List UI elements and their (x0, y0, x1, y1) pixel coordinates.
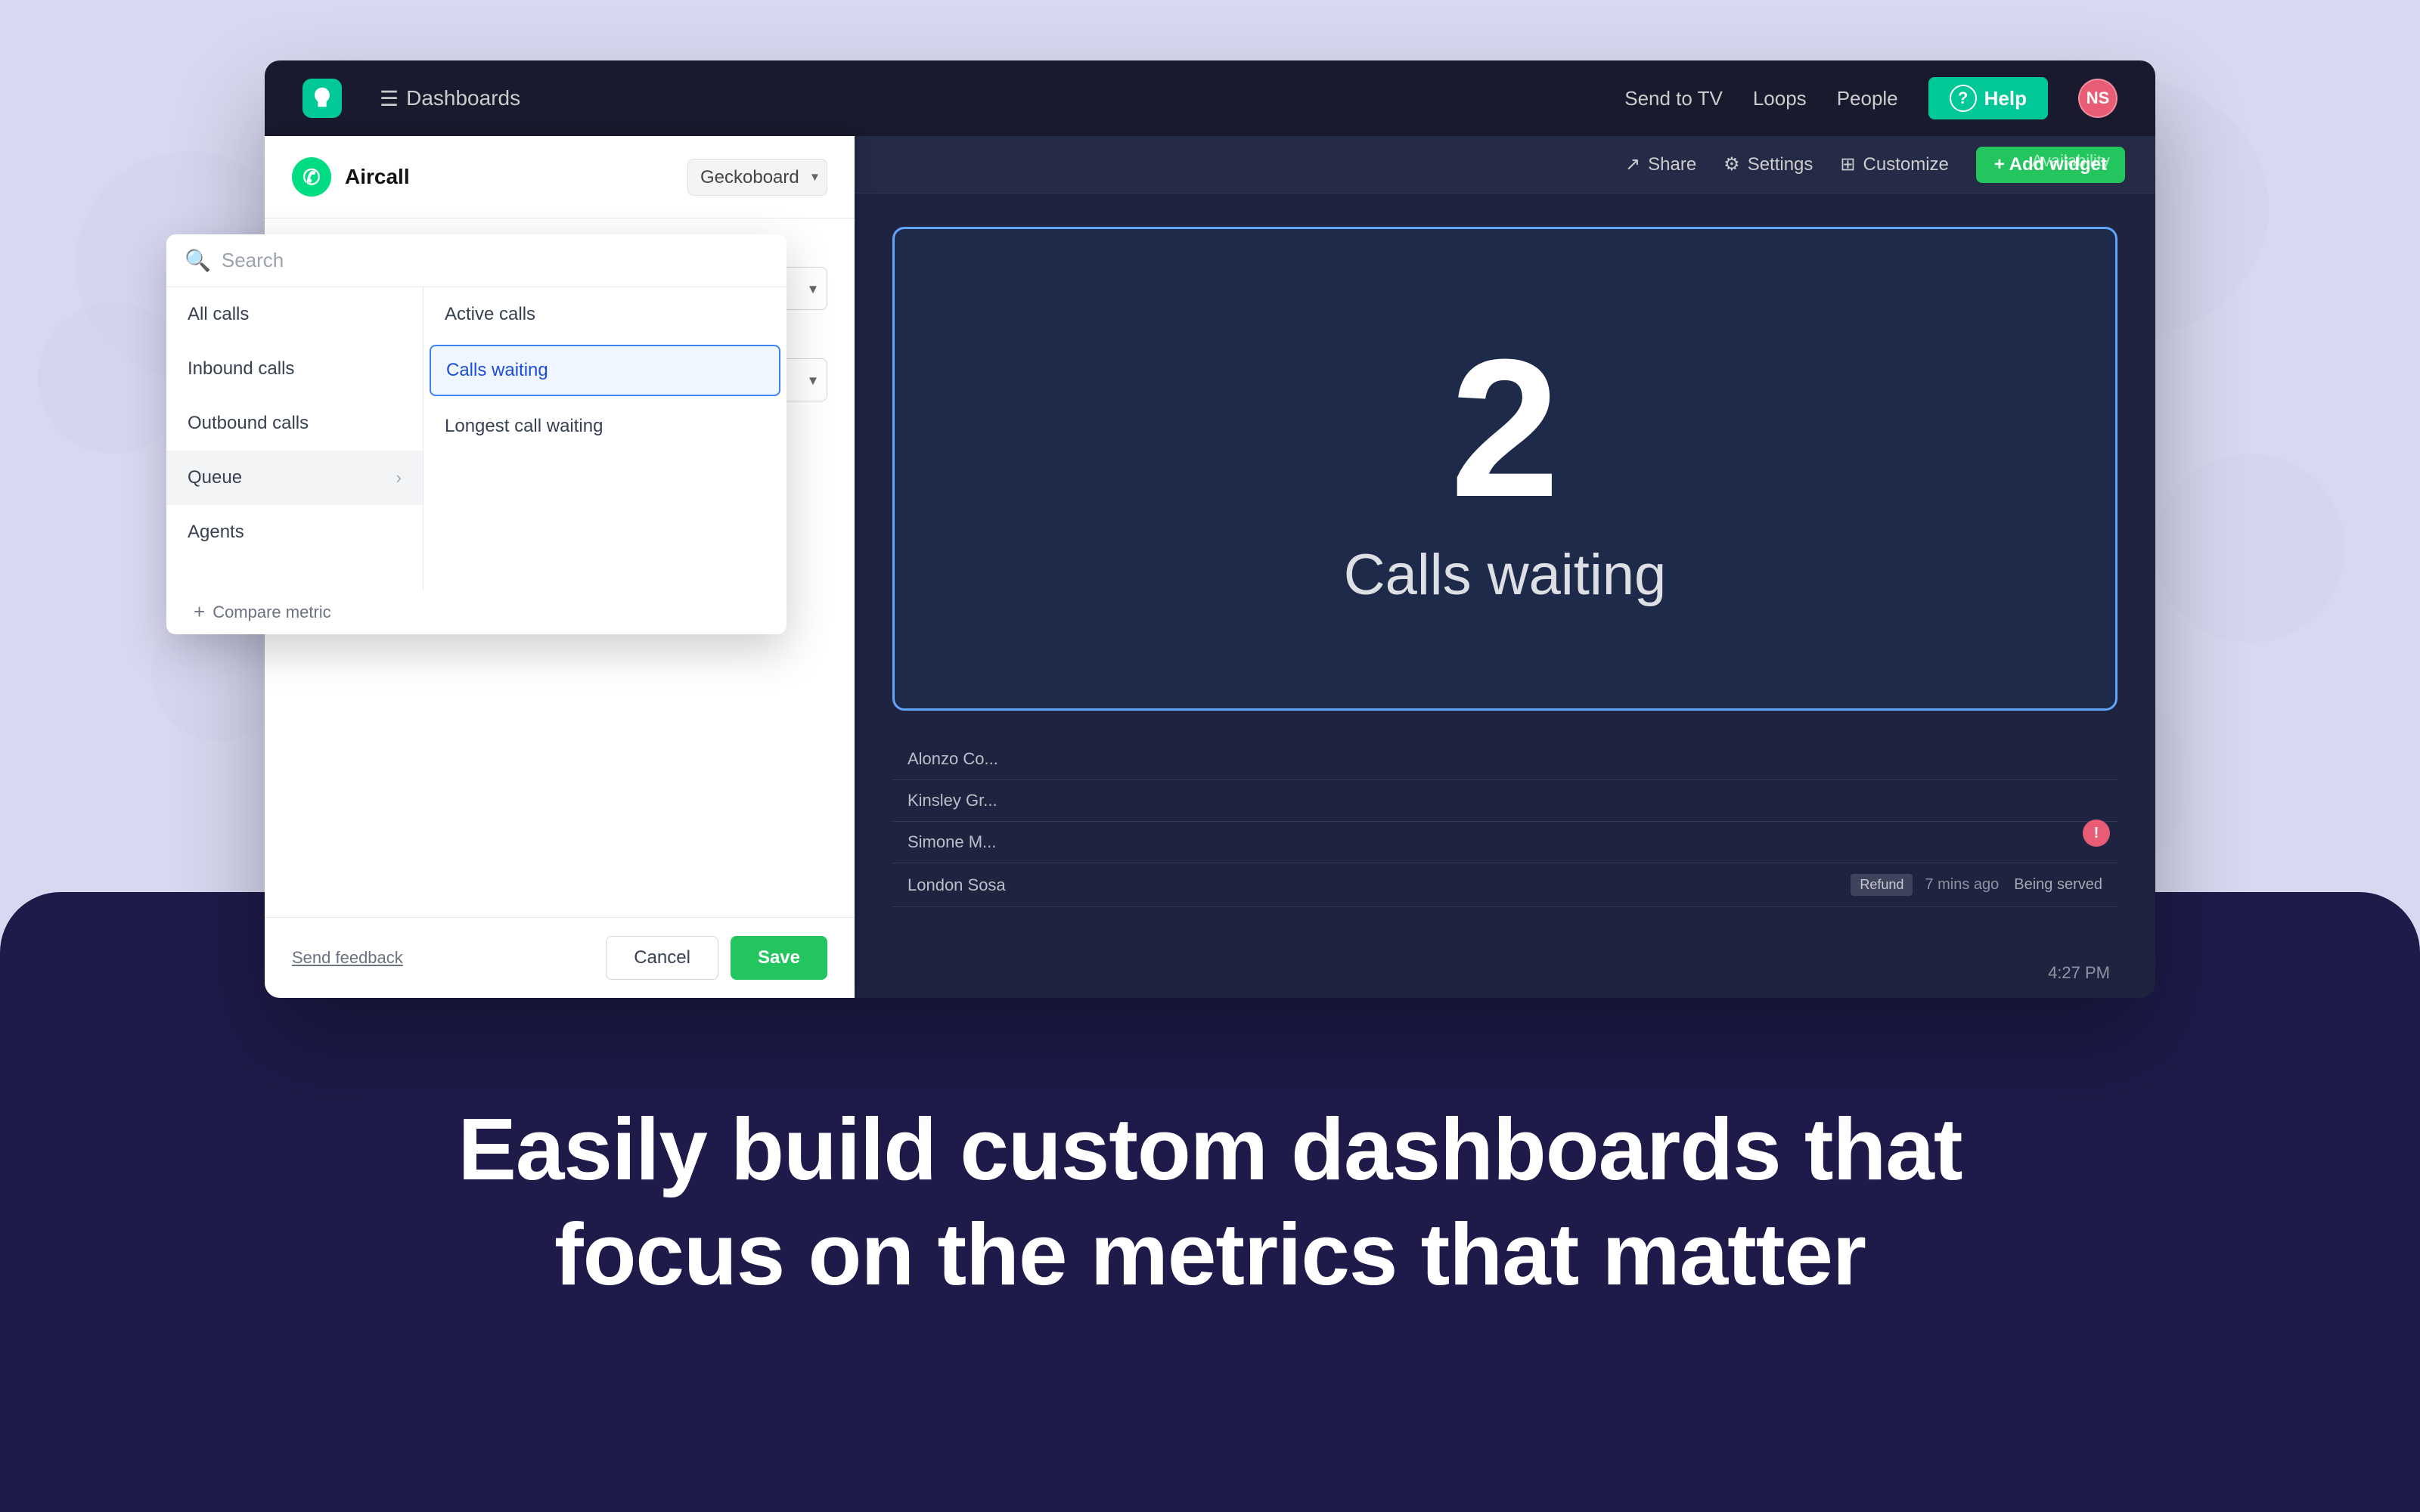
editor-footer: Send feedback Cancel Save (265, 917, 855, 998)
option-longest-call-waiting[interactable]: Longest call waiting (424, 399, 786, 454)
nav-people[interactable]: People (1837, 87, 1898, 110)
settings-icon: ⚙ (1723, 153, 1740, 175)
widget-number: 2 (1450, 330, 1560, 527)
dropdown-categories: All calls Inbound calls Outbound calls Q… (166, 287, 424, 590)
category-agents[interactable]: Agents (166, 505, 423, 559)
help-question-icon: ? (1950, 85, 1977, 112)
topnav-actions: Send to TV Loops People ? Help NS (1624, 77, 2118, 119)
editor-header-left: ✆ Aircall (292, 157, 410, 197)
category-queue-arrow: › (396, 468, 402, 488)
data-table: Alonzo Co... Kinsley Gr... Simone M... L… (892, 739, 2118, 907)
dashboard-right: ↗ Share ⚙ Settings ⊞ Customize + Add wid… (855, 136, 2155, 998)
dashboard-select[interactable]: Geckoboard (687, 159, 827, 196)
option-active-calls[interactable]: Active calls (424, 287, 786, 342)
dropdown-search-area: 🔍 (166, 234, 786, 287)
table-row: Kinsley Gr... (892, 780, 2118, 822)
dropdown-body: All calls Inbound calls Outbound calls Q… (166, 287, 786, 590)
category-queue[interactable]: Queue › (166, 451, 423, 505)
nav-loops[interactable]: Loops (1753, 87, 1807, 110)
calls-waiting-widget: 2 Calls waiting (892, 227, 2118, 711)
cancel-button[interactable]: Cancel (606, 936, 718, 980)
search-input[interactable] (222, 249, 768, 272)
time-display: 4:27 PM (2048, 963, 2110, 983)
category-all-calls[interactable]: All calls (166, 287, 423, 342)
dash-topbar: ↗ Share ⚙ Settings ⊞ Customize + Add wid… (855, 136, 2155, 194)
share-button[interactable]: ↗ Share (1625, 153, 1696, 175)
table-row: Alonzo Co... (892, 739, 2118, 780)
compare-metric-button[interactable]: + Compare metric (166, 590, 786, 634)
hamburger-icon: ☰ (380, 86, 399, 111)
bottom-text: Easily build custom dashboards that focu… (302, 1097, 2118, 1307)
bottom-headline: Easily build custom dashboards that focu… (454, 1097, 1966, 1307)
settings-button[interactable]: ⚙ Settings (1723, 153, 1813, 175)
send-feedback-link[interactable]: Send feedback (292, 948, 403, 968)
nav-send-to-tv[interactable]: Send to TV (1624, 87, 1723, 110)
category-inbound-calls[interactable]: Inbound calls (166, 342, 423, 396)
user-avatar[interactable]: NS (2078, 79, 2118, 118)
footer-actions: Cancel Save (606, 936, 827, 980)
nav-dashboards[interactable]: ☰ Dashboards (380, 86, 520, 111)
compare-metric-plus-icon: + (194, 600, 205, 624)
editor-header: ✆ Aircall Geckoboard (265, 136, 855, 218)
dropdown-popup: 🔍 All calls Inbound calls Outbound calls… (166, 234, 786, 634)
dropdown-options: Active calls Calls waiting Longest call … (424, 287, 786, 590)
customize-icon: ⊞ (1840, 153, 1855, 175)
help-button[interactable]: ? Help (1928, 77, 2048, 119)
customize-button[interactable]: ⊞ Customize (1840, 153, 1948, 175)
category-outbound-calls[interactable]: Outbound calls (166, 396, 423, 451)
widget-label: Calls waiting (1344, 542, 1667, 608)
availability-label: Availability (2031, 151, 2110, 171)
topnav: ☰ Dashboards Send to TV Loops People ? H… (265, 60, 2155, 136)
editor-app-title: Aircall (345, 165, 410, 189)
save-button[interactable]: Save (731, 936, 827, 980)
aircall-icon: ✆ (292, 157, 331, 197)
topnav-logo (302, 79, 342, 118)
geckoboard-icon (302, 79, 342, 118)
option-calls-waiting[interactable]: Calls waiting (430, 345, 780, 396)
notification-dot: ! (2083, 820, 2110, 847)
table-row: London Sosa Refund 7 mins ago Being serv… (892, 863, 2118, 907)
dashboard-select-wrapper[interactable]: Geckoboard (687, 159, 827, 196)
share-icon: ↗ (1625, 153, 1640, 175)
table-row: Simone M... (892, 822, 2118, 863)
search-icon: 🔍 (185, 248, 211, 273)
